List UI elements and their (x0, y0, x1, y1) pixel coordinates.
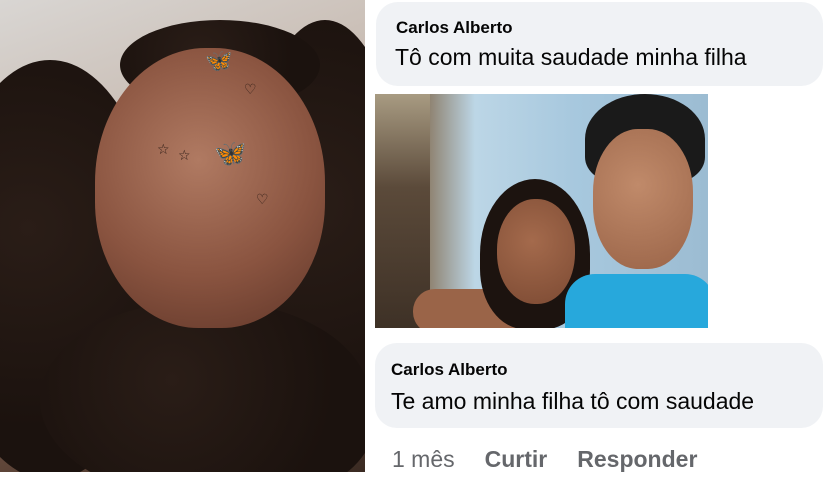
shirt-shape (565, 274, 708, 328)
comment-timestamp[interactable]: 1 mês (392, 446, 455, 473)
face-shape (95, 48, 325, 328)
heart-sticker-icon: ♡ (256, 191, 269, 207)
screenshot-canvas: 🦋 🦋 ♡ ♡ ☆ ☆ Carlos Alberto Tô com muita … (0, 0, 837, 489)
comment-bubble: Carlos Alberto Te amo minha filha tô com… (375, 343, 823, 428)
comment-author[interactable]: Carlos Alberto (391, 360, 508, 380)
comment-text: Te amo minha filha tô com saudade (391, 388, 755, 414)
heart-sticker-icon: ♡ (244, 81, 257, 97)
comment-actions: 1 mês Curtir Responder (392, 444, 727, 474)
comment-bubble: Carlos Alberto Tô com muita saudade minh… (376, 2, 823, 86)
profile-photo[interactable]: 🦋 🦋 ♡ ♡ ☆ ☆ (0, 0, 365, 472)
comment-author[interactable]: Carlos Alberto (396, 18, 513, 38)
star-sticker-icon: ☆ (178, 147, 191, 163)
face-shape (593, 129, 693, 269)
star-sticker-icon: ☆ (157, 141, 170, 157)
comment-text: Tô com muita saudade minha filha (395, 44, 747, 70)
reply-button[interactable]: Responder (577, 446, 697, 473)
butterfly-sticker-icon: 🦋 (205, 48, 233, 73)
comment-attached-photo[interactable] (375, 94, 708, 328)
face-shape (497, 199, 575, 304)
butterfly-sticker-icon: 🦋 (214, 138, 247, 168)
like-button[interactable]: Curtir (485, 446, 548, 473)
